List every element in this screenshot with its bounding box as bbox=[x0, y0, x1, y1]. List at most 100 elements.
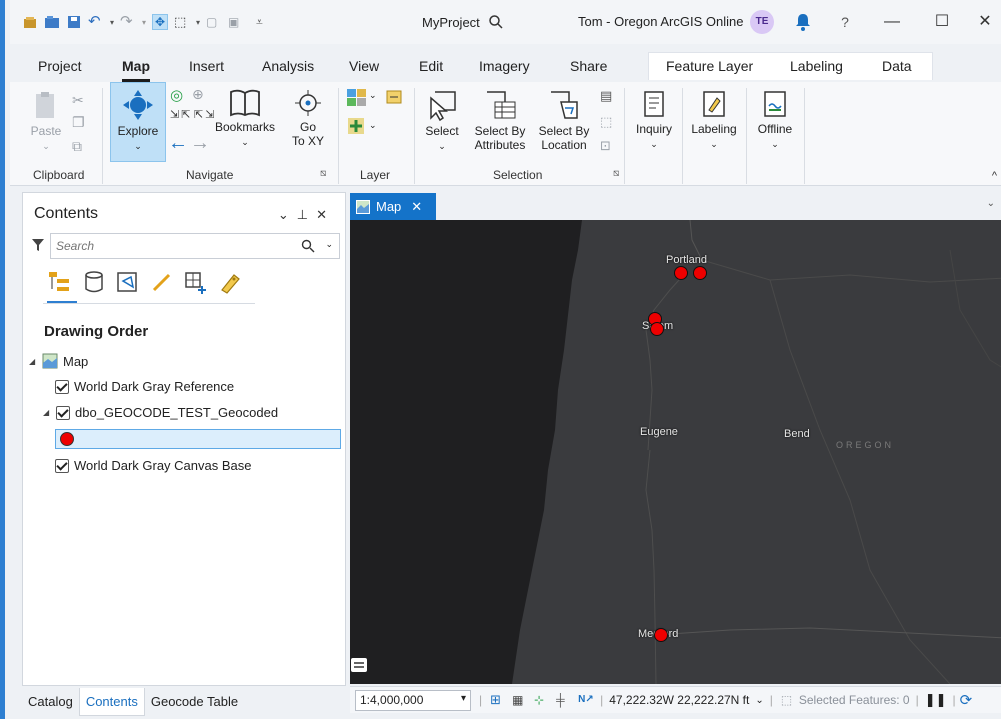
clear-selection-icon[interactable]: ⬚ bbox=[600, 114, 612, 130]
maximize-button[interactable]: ☐ bbox=[922, 8, 962, 36]
collapse-geocoded-icon[interactable]: ◢ bbox=[43, 408, 51, 417]
north-arrow-icon[interactable]: N↗ bbox=[578, 693, 594, 707]
pane-options-icon[interactable]: ⌄ bbox=[278, 207, 297, 222]
reference-visibility-checkbox[interactable] bbox=[55, 379, 69, 394]
previous-extent-icon[interactable]: ← bbox=[168, 132, 188, 155]
undo-icon[interactable]: ↶ bbox=[88, 14, 104, 30]
table-icon[interactable]: ▦ bbox=[512, 693, 526, 707]
tab-geocode-table[interactable]: Geocode Table bbox=[145, 688, 244, 716]
bookmarks-button[interactable]: Bookmarks ⌄ bbox=[212, 88, 278, 149]
tab-insert[interactable]: Insert bbox=[189, 52, 224, 82]
go-to-xy-button[interactable]: Go To XY bbox=[286, 88, 330, 148]
tab-feature-layer[interactable]: Feature Layer bbox=[666, 52, 753, 82]
map-point[interactable] bbox=[693, 266, 707, 280]
tab-project[interactable]: Project bbox=[38, 52, 82, 82]
selection-options-icon[interactable]: ⧅ bbox=[613, 168, 619, 179]
pause-drawing-icon[interactable]: ❚❚ bbox=[925, 692, 947, 708]
filter-icon[interactable] bbox=[32, 238, 44, 252]
select-tool-icon[interactable]: ⬚ bbox=[174, 14, 190, 30]
geocoded-visibility-checkbox[interactable] bbox=[56, 405, 70, 420]
inquiry-button[interactable]: Inquiry ⌄ bbox=[630, 90, 678, 151]
select-button[interactable]: Select ⌄ bbox=[420, 88, 464, 153]
search-input[interactable] bbox=[51, 234, 281, 258]
basemap-dropdown-icon[interactable]: ⌄ bbox=[369, 90, 377, 101]
command-search-icon[interactable] bbox=[488, 14, 504, 30]
map-point[interactable] bbox=[650, 322, 664, 336]
tab-imagery[interactable]: Imagery bbox=[479, 52, 530, 82]
add-data-icon[interactable] bbox=[346, 116, 366, 136]
list-by-source-icon[interactable] bbox=[81, 269, 107, 295]
offline-button[interactable]: Offline ⌄ bbox=[750, 90, 800, 151]
attributes-icon[interactable]: ▤ bbox=[600, 88, 612, 104]
pin-icon[interactable]: ⊥ bbox=[297, 207, 316, 222]
list-by-snapping-icon[interactable] bbox=[183, 269, 209, 295]
list-by-labeling-icon[interactable] bbox=[217, 269, 243, 295]
navigate-options-icon[interactable]: ⧅ bbox=[320, 168, 326, 179]
save-project-icon[interactable] bbox=[66, 14, 82, 30]
tree-layer-geocoded[interactable]: ◢ dbo_GEOCODE_TEST_Geocoded bbox=[43, 405, 278, 420]
tab-contents[interactable]: Contents bbox=[78, 688, 145, 716]
geocoded-symbol-row[interactable] bbox=[55, 429, 341, 449]
select-by-location-button[interactable]: Select By Location bbox=[534, 88, 594, 152]
search-icon[interactable] bbox=[301, 239, 315, 253]
fixed-zoom-icon[interactable]: ⊕ bbox=[192, 86, 204, 103]
map-point[interactable] bbox=[674, 266, 688, 280]
map-view-tab[interactable]: Map ✕ bbox=[350, 193, 436, 220]
redo-icon[interactable]: ↷ bbox=[120, 14, 136, 30]
list-by-drawing-order-icon[interactable] bbox=[47, 269, 73, 295]
cut-icon[interactable]: ✂ bbox=[72, 92, 84, 109]
map-canvas[interactable]: Portland Salem Eugene Bend OREGON Medfor… bbox=[350, 220, 1001, 684]
copy-path-icon[interactable]: ⧉ bbox=[72, 138, 82, 155]
notifications-icon[interactable] bbox=[794, 12, 812, 32]
save-edits-icon[interactable]: ▣ bbox=[228, 14, 244, 30]
map-tabs-dropdown-icon[interactable]: ⌄ bbox=[987, 198, 995, 209]
search-dropdown-icon[interactable]: ⌄ bbox=[325, 239, 333, 250]
labeling-button[interactable]: Labeling ⌄ bbox=[686, 90, 742, 151]
close-map-tab-icon[interactable]: ✕ bbox=[411, 199, 422, 215]
zoom-in-fixed-icon[interactable]: ⇲⇱ bbox=[170, 108, 192, 121]
canvas-visibility-checkbox[interactable] bbox=[55, 458, 69, 473]
tab-labeling[interactable]: Labeling bbox=[790, 52, 843, 82]
undo-dropdown-icon[interactable]: ▾ bbox=[110, 18, 114, 27]
point-symbol-icon[interactable] bbox=[60, 432, 74, 446]
list-by-selection-icon[interactable] bbox=[115, 269, 141, 295]
tree-map[interactable]: ◢ Map bbox=[29, 353, 88, 369]
tab-analysis[interactable]: Analysis bbox=[262, 52, 314, 82]
refresh-icon[interactable]: ⟳ bbox=[960, 691, 973, 709]
close-button[interactable]: ✕ bbox=[965, 8, 1001, 36]
coordinate-format-dropdown-icon[interactable]: ⌄ bbox=[755, 695, 763, 706]
tab-data[interactable]: Data bbox=[882, 52, 912, 82]
tab-edit[interactable]: Edit bbox=[419, 52, 443, 82]
redo-dropdown-icon[interactable]: ▾ bbox=[142, 18, 146, 27]
constraints-icon[interactable]: ╪ bbox=[556, 693, 570, 707]
explore-tool-icon[interactable]: ✥ bbox=[152, 14, 169, 30]
map-scale-select[interactable]: 1:4,000,000 bbox=[355, 689, 471, 711]
collapse-ribbon-icon[interactable]: ^ bbox=[992, 170, 997, 182]
tab-share[interactable]: Share bbox=[570, 52, 607, 82]
tab-catalog[interactable]: Catalog bbox=[22, 688, 79, 716]
tab-map[interactable]: Map bbox=[122, 52, 150, 82]
avatar[interactable]: TE bbox=[750, 10, 774, 34]
help-icon[interactable]: ? bbox=[825, 8, 865, 36]
minimize-button[interactable]: — bbox=[872, 8, 912, 36]
new-project-icon[interactable] bbox=[22, 14, 38, 30]
open-project-icon[interactable] bbox=[44, 14, 60, 30]
next-extent-icon[interactable]: → bbox=[190, 132, 210, 155]
grid-snap-icon[interactable]: ⊞ bbox=[490, 693, 504, 707]
zoom-to-selection-icon[interactable]: ⊡ bbox=[600, 138, 611, 154]
collapse-map-icon[interactable]: ◢ bbox=[29, 357, 37, 366]
basemap-icon[interactable] bbox=[346, 88, 368, 108]
tree-layer-canvas[interactable]: World Dark Gray Canvas Base bbox=[55, 458, 252, 473]
add-preset-icon[interactable] bbox=[385, 88, 403, 106]
full-extent-icon[interactable]: ◎ bbox=[170, 86, 183, 104]
close-pane-icon[interactable]: ✕ bbox=[316, 207, 335, 222]
tree-layer-reference[interactable]: World Dark Gray Reference bbox=[55, 379, 234, 394]
signed-in-user[interactable]: Tom - Oregon ArcGIS Online bbox=[578, 14, 743, 29]
paste-button[interactable]: Paste ⌄ bbox=[28, 90, 64, 153]
snapping-icon[interactable]: ⊹ bbox=[534, 693, 548, 707]
map-point[interactable] bbox=[654, 628, 668, 642]
map-overlay-icon[interactable] bbox=[350, 656, 368, 674]
selection-icon[interactable]: ⬚ bbox=[781, 693, 795, 707]
select-dropdown-icon[interactable]: ▾ bbox=[196, 18, 200, 27]
add-data-dropdown-icon[interactable]: ⌄ bbox=[369, 120, 377, 131]
